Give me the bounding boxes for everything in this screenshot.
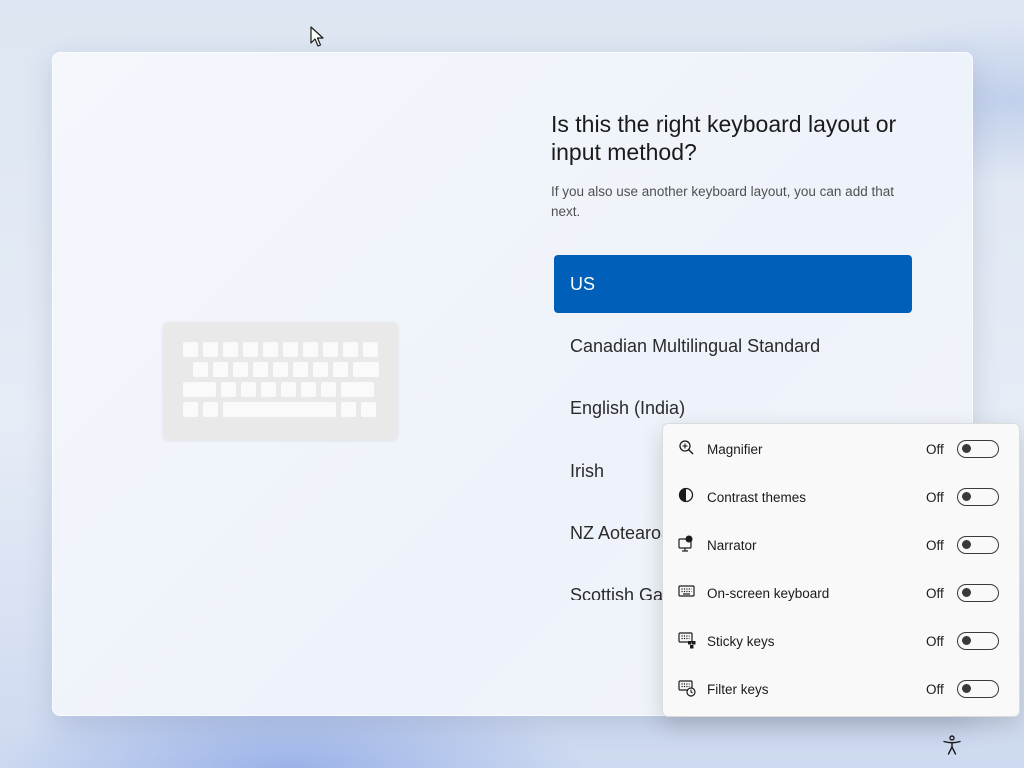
magnifier-state: Off	[926, 441, 944, 457]
narrator-row[interactable]: Narrator Off	[663, 521, 1019, 569]
layout-option-label: Canadian Multilingual Standard	[570, 335, 821, 356]
magnifier-row[interactable]: Magnifier Off	[663, 425, 1019, 473]
contrast-themes-label: Contrast themes	[707, 489, 807, 505]
toggle-knob	[962, 588, 971, 597]
narrator-label: Narrator	[707, 537, 757, 553]
filter-keys-state: Off	[926, 681, 944, 697]
filter-keys-icon	[678, 680, 696, 697]
keyboard-icon	[678, 585, 695, 597]
sticky-keys-state: Off	[926, 633, 944, 649]
contrast-icon	[678, 487, 694, 503]
sticky-keys-label: Sticky keys	[707, 633, 775, 649]
contrast-themes-row[interactable]: Contrast themes Off	[663, 473, 1019, 521]
keyboard-row	[183, 382, 374, 397]
on-screen-keyboard-row[interactable]: On-screen keyboard Off	[663, 569, 1019, 617]
filter-keys-row[interactable]: Filter keys Off	[663, 665, 1019, 713]
accessibility-icon[interactable]	[941, 734, 963, 756]
layout-option[interactable]: US	[554, 255, 912, 313]
toggle-knob	[962, 444, 971, 453]
magnifier-toggle[interactable]	[957, 440, 999, 458]
keyboard-illustration	[163, 322, 398, 440]
toggle-knob	[962, 540, 971, 549]
narrator-state: Off	[926, 537, 944, 553]
mouse-cursor-icon	[310, 26, 324, 47]
layout-option[interactable]: Canadian Multilingual Standard	[554, 317, 912, 375]
layout-option-label: US	[570, 273, 596, 294]
on-screen-keyboard-toggle[interactable]	[957, 584, 999, 602]
toggle-knob	[962, 492, 971, 501]
magnifier-icon	[679, 440, 694, 455]
magnifier-label: Magnifier	[707, 441, 763, 457]
narrator-toggle[interactable]	[957, 536, 999, 554]
page-subtitle: If you also use another keyboard layout,…	[551, 184, 894, 219]
page-title: Is this the right keyboard layout or inp…	[551, 111, 897, 165]
contrast-themes-toggle[interactable]	[957, 488, 999, 506]
toggle-knob	[962, 684, 971, 693]
layout-option-label: Irish	[570, 460, 605, 481]
keyboard-row	[183, 342, 378, 357]
layout-option-label: English (India)	[570, 398, 686, 419]
keyboard-row	[193, 362, 379, 377]
on-screen-keyboard-label: On-screen keyboard	[707, 585, 830, 601]
sticky-keys-toggle[interactable]	[957, 632, 999, 650]
sticky-keys-icon	[678, 632, 696, 649]
keyboard-row	[183, 402, 376, 417]
on-screen-keyboard-state: Off	[926, 585, 944, 601]
toggle-knob	[962, 636, 971, 645]
contrast-themes-state: Off	[926, 489, 944, 505]
sticky-keys-row[interactable]: Sticky keys Off	[663, 617, 1019, 665]
accessibility-flyout: Magnifier Off Contrast themes Off Narrat…	[662, 423, 1020, 717]
filter-keys-label: Filter keys	[707, 681, 769, 697]
filter-keys-toggle[interactable]	[957, 680, 999, 698]
layout-option-label: NZ Aotearoa	[570, 523, 672, 544]
narrator-icon	[678, 535, 693, 552]
